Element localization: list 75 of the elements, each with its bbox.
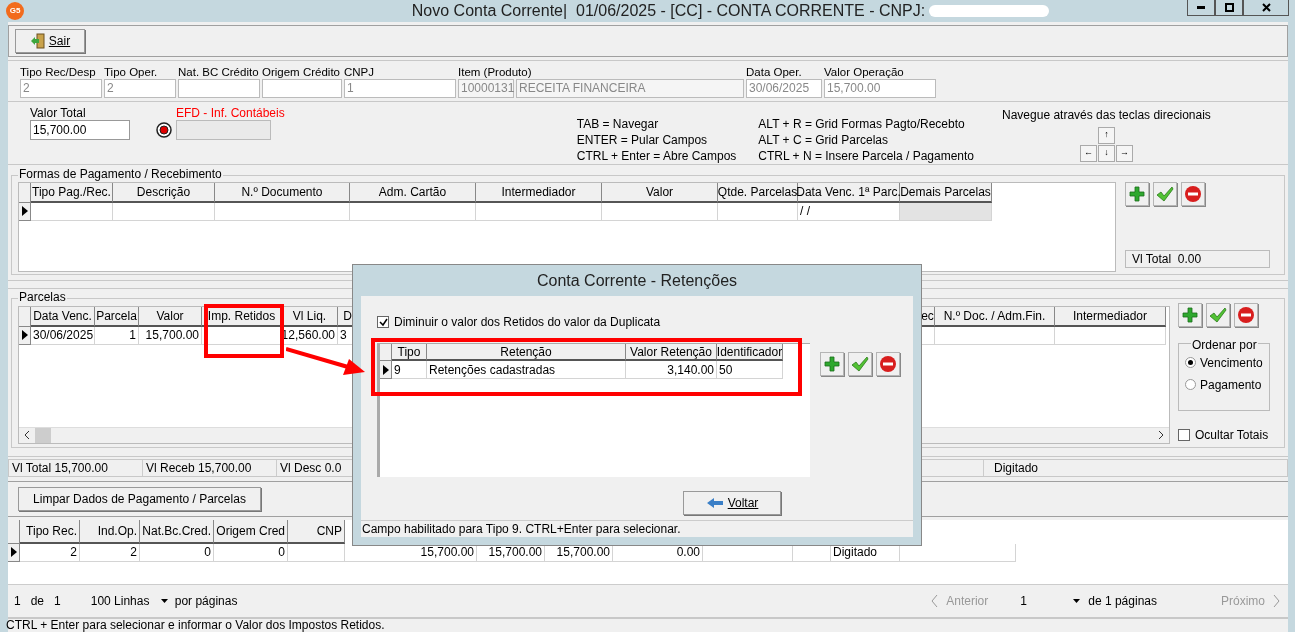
arrow-key[interactable]: ↑	[1097, 126, 1115, 144]
status-bar-text: CTRL + Enter para selecionar e informar o Valor dos Impostos Retidos.	[6, 619, 385, 632]
field-label: Tipo Oper.	[104, 64, 159, 79]
arrow-key[interactable]: →	[1115, 144, 1133, 162]
column-header[interactable]: Origem Cred	[214, 519, 288, 544]
navigation-caption: Navegue através das teclas direcionais	[1002, 106, 1211, 124]
column-header[interactable]: Qtde. Parcelas	[718, 182, 798, 203]
dialog-title: Conta Corrente - Retenções	[536, 270, 738, 291]
column-header[interactable]: N.º Documento	[215, 182, 350, 203]
shortcut-hint: ALT + R = Grid Formas Pagto/Recebto	[758, 115, 966, 132]
per-page-label: por páginas	[174, 593, 238, 611]
checkbox-label: Diminuir o valor dos Retidos do valor da Duplicata	[394, 314, 661, 331]
efd-label: EFD - Inf. Contábeis	[176, 105, 285, 120]
radio-label: Pagamento	[1200, 376, 1262, 394]
field-label: Nat. BC Crédito	[178, 64, 260, 79]
shortcut-hint: TAB = Navegar	[576, 115, 660, 132]
shortcut-hint: ALT + C = Grid Parcelas	[758, 131, 889, 148]
group-title: Formas de Pagamento / Recebimento	[18, 166, 223, 181]
table-cell: 50	[717, 361, 783, 379]
total-display: Vl Total 0.00	[1125, 249, 1270, 268]
column-header[interactable]: Intermediador	[476, 182, 602, 203]
field-label: Origem Crédito	[262, 64, 341, 79]
group-title: Parcelas	[18, 289, 67, 304]
page-of-label: de	[30, 593, 45, 611]
text-field[interactable]: 15,700.00	[30, 119, 130, 140]
page-number: 1	[14, 593, 21, 611]
total-display: Vl Receb 15,700.00	[143, 459, 277, 476]
page-selector[interactable]: 1	[1020, 592, 1081, 611]
column-header[interactable]: Valor Retenção	[626, 344, 717, 361]
exit-button[interactable]: Sair	[15, 28, 85, 53]
column-header[interactable]: Tipo Pag./Rec.	[31, 182, 113, 203]
column-header[interactable]: Tipo	[392, 344, 427, 361]
total-pages-label: de 1 páginas	[1088, 593, 1157, 611]
field-label: Valor Operação	[824, 64, 905, 79]
back-button[interactable]: Voltar	[683, 491, 781, 515]
window-title: Novo Conta Corrente| 01/06/2025 - [CC] - CONTA CORRENTE - CNPJ:	[411, 1, 926, 21]
arrow-key[interactable]: ↓	[1097, 144, 1115, 162]
column-header[interactable]: Valor	[139, 306, 202, 327]
column-header[interactable]: N.º Doc. / Adm.Fin.	[935, 306, 1055, 327]
checkbox-label: Ocultar Totais	[1195, 426, 1269, 444]
column-header[interactable]: Data Venc. 1ª Parc.	[798, 182, 900, 203]
column-header[interactable]: Intermediador	[1055, 306, 1166, 327]
app-logo: G5	[6, 2, 24, 20]
table-cell: Retenções cadastradas	[427, 361, 626, 379]
field-label: Item (Produto)	[458, 64, 533, 79]
field-label: Valor Total	[30, 105, 87, 120]
column-header[interactable]: Parcela	[95, 306, 139, 327]
shortcut-hint: ENTER = Pular Campos	[576, 131, 709, 148]
column-header[interactable]: Retenção	[427, 344, 626, 361]
column-header[interactable]: Valor	[602, 182, 718, 203]
total-display: Vl Total 15,700.00	[9, 459, 143, 476]
field-label: Tipo Rec/Desp	[20, 64, 97, 79]
page-count: 1	[54, 593, 61, 611]
rows-per-page-dropdown[interactable]: 100 Linhas	[90, 592, 173, 611]
shortcut-hint: CTRL + Enter = Abre Campos	[576, 147, 737, 164]
column-header[interactable]: Data Venc.	[31, 306, 95, 327]
field-label: CNPJ	[344, 64, 376, 79]
column-header[interactable]: Adm. Cartão	[350, 182, 476, 203]
column-header[interactable]: CNP	[288, 519, 345, 544]
column-header[interactable]: Vl Liq.	[282, 306, 338, 327]
column-header[interactable]: Demais Parcelas	[900, 182, 992, 203]
column-header[interactable]: Descrição	[113, 182, 215, 203]
table-cell: 9	[392, 361, 427, 379]
arrow-key[interactable]: ←	[1079, 144, 1097, 162]
column-header[interactable]: Ind.Op.	[80, 519, 140, 544]
radio-label: Vencimento	[1200, 354, 1263, 372]
record-status: Digitado	[983, 459, 1287, 476]
column-header[interactable]: Identificador	[717, 344, 783, 361]
clear-button[interactable]: Limpar Dados de Pagamento / Parcelas	[18, 486, 261, 511]
shortcut-hint: CTRL + N = Insere Parcela / Pagamento	[758, 147, 975, 164]
column-header[interactable]: Nat.Bc.Cred.	[140, 519, 214, 544]
dialog-status-text: Campo habilitado para Tipo 9. CTRL+Enter para selecionar.	[362, 521, 681, 538]
column-header[interactable]: Tipo Rec.	[20, 519, 80, 544]
field-label: Data Oper.	[746, 64, 803, 79]
table-cell: 3,140.00	[626, 361, 717, 379]
